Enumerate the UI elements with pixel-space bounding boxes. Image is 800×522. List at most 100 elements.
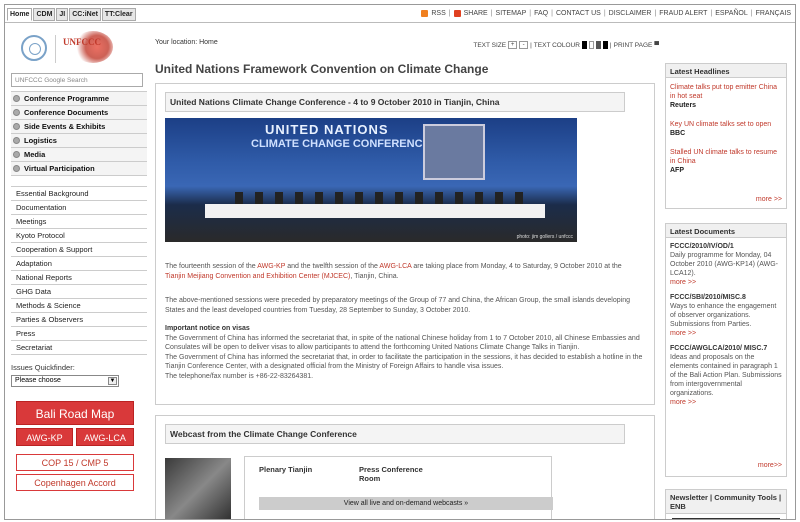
document-more-link[interactable]: more >> xyxy=(670,278,782,287)
bali-road-map-button[interactable]: Bali Road Map xyxy=(16,401,134,425)
breadcrumb: Your location: Home xyxy=(155,39,218,46)
colour-swatch-black[interactable] xyxy=(581,41,587,49)
menu-item-conference-documents[interactable]: Conference Documents xyxy=(11,106,147,120)
link-espanol[interactable]: ESPAÑOL xyxy=(715,10,748,17)
menu-item-adaptation[interactable]: Adaptation xyxy=(11,257,147,271)
menu-item-media[interactable]: Media xyxy=(11,148,147,162)
notice-text-2: The Government of China has informed the… xyxy=(165,353,643,371)
link-awg-lca[interactable]: AWG-LCA xyxy=(379,263,411,270)
bullet-icon xyxy=(13,151,20,158)
link-faq[interactable]: FAQ xyxy=(534,10,548,17)
conference-photo[interactable]: UNITED NATIONS CLIMATE CHANGE CONFERENCE… xyxy=(165,118,577,242)
menu-item-cooperation-support[interactable]: Cooperation & Support xyxy=(11,243,147,257)
menu-item-parties-observers[interactable]: Parties & Observers xyxy=(11,313,147,327)
cop15-cmp5-button[interactable]: COP 15 / CMP 5 xyxy=(16,454,134,471)
share-icon[interactable] xyxy=(453,10,461,17)
select-value: Please choose xyxy=(15,377,61,384)
separator: | xyxy=(750,10,753,17)
colour-swatch-grey[interactable] xyxy=(595,41,601,49)
document-code[interactable]: FCCC/2010/IV/OD/1 xyxy=(670,242,782,251)
headline-title[interactable]: Stalled UN climate talks to resume in Ch… xyxy=(670,148,782,166)
colour-swatch-dark[interactable] xyxy=(602,41,608,49)
text-size-label: TEXT SIZE xyxy=(473,41,507,49)
document-code[interactable]: FCCC/SBI/2010/MISC.8 xyxy=(670,293,782,302)
link-awg-kp[interactable]: AWG-KP xyxy=(257,263,285,270)
document-desc: Ideas and proposals on the elements cont… xyxy=(670,354,782,397)
menu-item-press[interactable]: Press xyxy=(11,327,147,341)
tab-ccinet[interactable]: CC:iNet xyxy=(69,8,101,21)
text-size-increase-button[interactable]: + xyxy=(508,41,518,49)
tab-home[interactable]: Home xyxy=(7,8,33,21)
tab-ji[interactable]: JI xyxy=(56,8,69,21)
headline-title[interactable]: Key UN climate talks set to open xyxy=(670,120,782,129)
document-more-link[interactable]: more >> xyxy=(670,398,782,407)
document-item: FCCC/AWGLCA/2010/ MISC.7 Ideas and propo… xyxy=(666,344,786,407)
print-page-link[interactable]: PRINT PAGE xyxy=(614,42,653,49)
headline-item[interactable]: Key UN climate talks set to open BBC xyxy=(666,120,786,138)
webcast-thumbnail[interactable] xyxy=(165,458,231,519)
menu-item-kyoto-protocol[interactable]: Kyoto Protocol xyxy=(11,229,147,243)
bullet-icon xyxy=(13,137,20,144)
document-more-link[interactable]: more >> xyxy=(670,329,782,338)
link-share[interactable]: SHARE xyxy=(464,10,488,17)
document-item: FCCC/2010/IV/OD/1 Daily programme for Mo… xyxy=(666,242,786,287)
link-mjcec[interactable]: Tianjin Meijiang Convention and Exhibiti… xyxy=(165,273,350,280)
newsletter-title[interactable]: Newsletter | Community Tools | ENB xyxy=(666,490,786,514)
newsletter-image[interactable] xyxy=(672,518,780,519)
menu-item-meetings[interactable]: Meetings xyxy=(11,215,147,229)
menu-item-virtual-participation[interactable]: Virtual Participation xyxy=(11,162,147,176)
headline-title[interactable]: Climate talks put top emitter China in h… xyxy=(670,83,782,101)
menu-item-side-events[interactable]: Side Events & Exhibits xyxy=(11,120,147,134)
bullet-icon xyxy=(13,123,20,130)
text-colour-label: TEXT COLOUR xyxy=(533,41,580,49)
link-contact[interactable]: CONTACT US xyxy=(556,10,601,17)
top-bar: Home CDM JI CC:iNet TT:Clear RSS | SHARE… xyxy=(5,5,795,23)
link-fraud-alert[interactable]: FRAUD ALERT xyxy=(659,10,707,17)
menu-item-conference-programme[interactable]: Conference Programme xyxy=(11,92,147,106)
headline-source: Reuters xyxy=(670,102,697,109)
document-desc: Daily programme for Monday, 04 October 2… xyxy=(670,252,779,277)
chevron-down-icon[interactable]: ▼ xyxy=(108,377,117,385)
menu-item-ghg-data[interactable]: GHG Data xyxy=(11,285,147,299)
menu-item-secretariat[interactable]: Secretariat xyxy=(11,341,147,355)
headline-item[interactable]: Stalled UN climate talks to resume in Ch… xyxy=(666,148,786,175)
printer-icon[interactable]: ▀ xyxy=(654,42,659,49)
menu-item-methods-science[interactable]: Methods & Science xyxy=(11,299,147,313)
link-disclaimer[interactable]: DISCLAIMER xyxy=(609,10,652,17)
view-all-webcasts-button[interactable]: View all live and on-demand webcasts » xyxy=(259,497,553,510)
tab-cdm[interactable]: CDM xyxy=(33,8,56,21)
headlines-more-link[interactable]: more >> xyxy=(756,196,782,203)
menu-item-logistics[interactable]: Logistics xyxy=(11,134,147,148)
photo-credit: photo: jim gollers / unfccc xyxy=(516,234,573,240)
document-desc: Ways to enhance the engagement of observ… xyxy=(670,303,777,328)
link-sitemap[interactable]: SITEMAP xyxy=(496,10,527,17)
documents-more-link[interactable]: more>> xyxy=(758,462,782,469)
latest-headlines-box: Latest Headlines Climate talks put top e… xyxy=(665,63,787,209)
press-conference-room-link[interactable]: Press Conference Room xyxy=(359,465,439,483)
headline-item[interactable]: Climate talks put top emitter China in h… xyxy=(666,83,786,110)
awg-lca-button[interactable]: AWG-LCA xyxy=(76,428,134,446)
link-rss[interactable]: RSS xyxy=(431,10,445,17)
document-code[interactable]: FCCC/AWGLCA/2010/ MISC.7 xyxy=(670,344,782,353)
rss-icon[interactable] xyxy=(421,10,429,17)
awg-kp-button[interactable]: AWG-KP xyxy=(16,428,73,446)
webcast-heading[interactable]: Webcast from the Climate Change Conferen… xyxy=(165,424,625,444)
search-input[interactable]: UNFCCC Google Search xyxy=(11,73,143,87)
quickfinder-select[interactable]: Please choose ▼ xyxy=(11,375,119,387)
plenary-tianjin-link[interactable]: Plenary Tianjin xyxy=(259,465,312,474)
unfccc-globe-icon xyxy=(73,31,113,63)
menu-item-documentation[interactable]: Documentation xyxy=(11,201,147,215)
site-logo[interactable]: UNFCCC xyxy=(11,27,147,71)
webcast-panel: Webcast from the Climate Change Conferen… xyxy=(155,415,655,519)
menu-label: Logistics xyxy=(24,136,57,145)
quickfinder-label: Issues Quickfinder: xyxy=(11,363,75,372)
link-francais[interactable]: FRANÇAIS xyxy=(756,10,791,17)
text: and the twelfth session of the xyxy=(285,263,380,270)
copenhagen-accord-button[interactable]: Copenhagen Accord xyxy=(16,474,134,491)
text-size-decrease-button[interactable]: - xyxy=(519,41,529,49)
menu-item-national-reports[interactable]: National Reports xyxy=(11,271,147,285)
feature-heading[interactable]: United Nations Climate Change Conference… xyxy=(165,92,625,112)
colour-swatch-white[interactable] xyxy=(588,41,594,49)
tab-ttclear[interactable]: TT:Clear xyxy=(101,8,136,21)
menu-item-essential-background[interactable]: Essential Background xyxy=(11,187,147,201)
